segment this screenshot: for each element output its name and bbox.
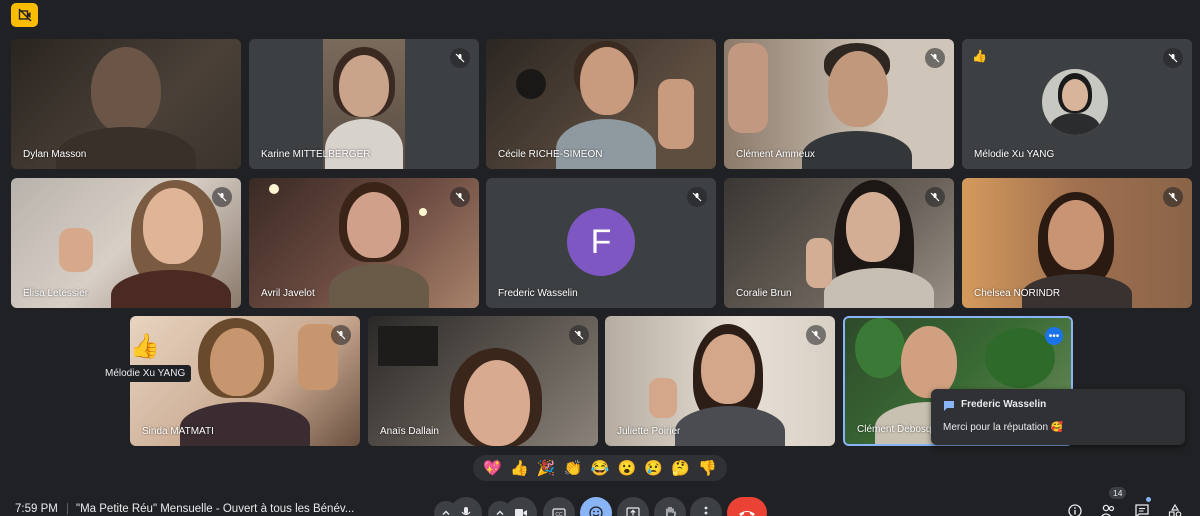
captions-off-badge[interactable] [11,3,38,27]
people-icon [1101,504,1115,516]
mic-muted-icon [925,187,945,207]
thumbs-up-reaction-button[interactable]: 👍 [510,459,529,477]
mic-muted-icon [687,187,707,207]
send-reaction-button[interactable] [580,497,612,516]
meeting-title: "Ma Petite Réu" Mensuelle - Ouvert à tou… [76,503,355,515]
clapping-reaction-button[interactable]: 👏 [564,459,583,477]
chevron-up-icon [496,510,504,515]
chat-icon [1135,504,1149,516]
captions-icon: CC [552,507,566,516]
meeting-details-button[interactable] [1065,501,1085,516]
avatar: F [567,208,635,276]
mic-muted-icon [1163,48,1183,68]
participant-name: Clément Debosq [857,424,932,435]
hang-up-icon [739,511,755,516]
present-screen-icon [626,507,640,516]
participant-tile-dylan[interactable]: Dylan Masson [11,39,241,169]
participant-name: Coralie Brun [736,288,792,299]
chat-sender: Frederic Wasselin [961,399,1047,410]
chat-notification[interactable]: Frederic Wasselin Merci pour la réputati… [931,389,1185,445]
participant-name: Mélodie Xu YANG [974,149,1055,160]
participant-name: Sinda MATMATI [142,426,214,437]
unread-chat-indicator [1146,497,1151,502]
participant-name: Cécile RICHE-SIMEON [498,149,603,160]
mic-muted-icon [331,325,351,345]
thumbs-up-reaction-icon: 👍 [972,49,987,63]
participant-name: Elisa Letessier [23,288,89,299]
activities-icon [1168,504,1182,516]
participant-count-badge: 14 [1109,487,1127,499]
emoji-smile-icon [589,506,603,516]
participant-tile-karine[interactable]: Karine MITTELBERGER [249,39,479,169]
clock: 7:59 PM [15,503,58,515]
chat-button[interactable] [1132,501,1152,516]
participant-name: Juliette Poirier [617,426,681,437]
more-options-icon[interactable]: ••• [1045,327,1063,345]
video-off-icon [18,8,31,22]
mic-muted-icon [450,187,470,207]
floating-thumbs-up-reaction-icon: 👍 [130,333,160,360]
raise-hand-button[interactable] [654,497,686,516]
raise-hand-icon [665,506,676,516]
captions-button[interactable]: CC [543,497,575,516]
microphone-button[interactable] [450,497,482,516]
participant-tile-clement-a[interactable]: Clément Ammeux [724,39,954,169]
chat-message: Merci pour la réputation 🥰 [943,422,1064,433]
laughing-reaction-button[interactable]: 😂 [591,459,610,477]
mic-muted-icon [806,325,826,345]
reaction-sender-tooltip: Mélodie Xu YANG [99,365,192,382]
thinking-reaction-button[interactable]: 🤔 [671,459,690,477]
participant-name: Clément Ammeux [736,149,815,160]
participant-name: Chelsea NORINDR [974,288,1061,299]
reactions-bar: 💖 👍 🎉 👏 😂 😮 😢 🤔 👎 [473,455,727,481]
mic-muted-icon [450,48,470,68]
participant-name: Avril Javelot [261,288,315,299]
separator: | [66,503,69,515]
participant-tile-frederic[interactable]: F Frederic Wasselin [486,178,716,308]
mic-muted-icon [569,325,589,345]
info-icon [1068,504,1082,516]
activities-button[interactable] [1165,501,1185,516]
present-screen-button[interactable] [617,497,649,516]
participant-name: Frederic Wasselin [498,288,578,299]
participant-tile-juliette[interactable]: Juliette Poirier [605,316,835,446]
participant-name: Dylan Masson [23,149,87,160]
chat-bubble-icon [944,401,954,411]
bottom-toolbar: 7:59 PM | "Ma Petite Réu" Mensuelle - Ou… [0,492,1200,516]
more-vert-icon [704,506,708,515]
mic-muted-icon [925,48,945,68]
participant-tile-melodie[interactable]: 👍 Mélodie Xu YANG [962,39,1192,169]
camera-button[interactable] [505,497,537,516]
participant-tile-avril[interactable]: Avril Javelot [249,178,479,308]
avatar [1042,69,1108,135]
participant-tile-chelsea[interactable]: Chelsea NORINDR [962,178,1192,308]
mic-muted-icon [1163,187,1183,207]
participant-tile-cecile[interactable]: Cécile RICHE-SIMEON [486,39,716,169]
crying-reaction-button[interactable]: 😢 [644,459,663,477]
svg-text:CC: CC [555,512,563,516]
surprised-reaction-button[interactable]: 😮 [617,459,636,477]
participant-name: Anaïs Dallain [380,426,439,437]
participant-tile-anais[interactable]: Anaïs Dallain [368,316,598,446]
participant-name: Karine MITTELBERGER [261,149,371,160]
participant-tile-coralie[interactable]: Coralie Brun [724,178,954,308]
mic-muted-icon [212,187,232,207]
leave-call-button[interactable] [727,497,767,516]
sparkling-heart-reaction-button[interactable]: 💖 [483,459,502,477]
video-camera-icon [515,509,527,516]
participant-tile-elisa[interactable]: Elisa Letessier [11,178,241,308]
thumbs-down-reaction-button[interactable]: 👎 [698,459,717,477]
more-options-button[interactable] [690,497,722,516]
people-button[interactable] [1098,501,1118,516]
party-popper-reaction-button[interactable]: 🎉 [537,459,556,477]
microphone-icon [461,507,471,516]
